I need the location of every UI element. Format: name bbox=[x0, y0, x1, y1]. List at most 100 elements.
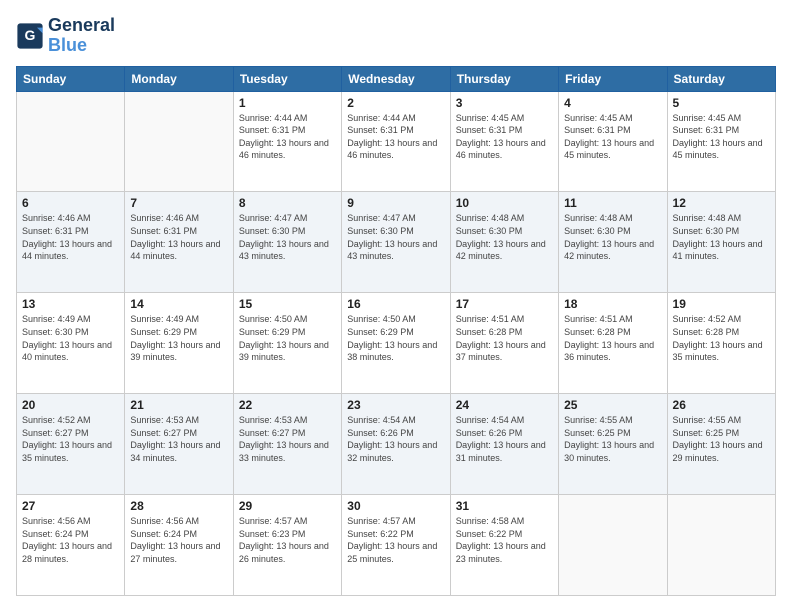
weekday-header: Friday bbox=[559, 66, 667, 91]
day-info: Sunrise: 4:45 AM Sunset: 6:31 PM Dayligh… bbox=[673, 112, 770, 162]
calendar-day-cell bbox=[17, 91, 125, 192]
logo: G General Blue bbox=[16, 16, 115, 56]
day-info: Sunrise: 4:50 AM Sunset: 6:29 PM Dayligh… bbox=[347, 313, 444, 363]
calendar-day-cell: 2 Sunrise: 4:44 AM Sunset: 6:31 PM Daylig… bbox=[342, 91, 450, 192]
day-info: Sunrise: 4:48 AM Sunset: 6:30 PM Dayligh… bbox=[564, 212, 661, 262]
day-info: Sunrise: 4:44 AM Sunset: 6:31 PM Dayligh… bbox=[239, 112, 336, 162]
calendar-day-cell: 9 Sunrise: 4:47 AM Sunset: 6:30 PM Daylig… bbox=[342, 192, 450, 293]
day-number: 5 bbox=[673, 96, 770, 110]
calendar-day-cell: 13Sunrise: 4:49 AM Sunset: 6:30 PM Dayli… bbox=[17, 293, 125, 394]
calendar-day-cell: 29 Sunrise: 4:57 AM Sunset: 6:23 PM Dayli… bbox=[233, 495, 341, 596]
day-info: Sunrise: 4:51 AM Sunset: 6:28 PM Dayligh… bbox=[564, 313, 661, 363]
day-number: 28 bbox=[130, 499, 227, 513]
day-info: Sunrise: 4:48 AM Sunset: 6:30 PM Dayligh… bbox=[456, 212, 553, 262]
calendar-day-cell: 16 Sunrise: 4:50 AM Sunset: 6:29 PM Dayli… bbox=[342, 293, 450, 394]
day-number: 19 bbox=[673, 297, 770, 311]
calendar-day-cell: 4 Sunrise: 4:45 AM Sunset: 6:31 PM Daylig… bbox=[559, 91, 667, 192]
calendar-day-cell: 1Sunrise: 4:44 AM Sunset: 6:31 PM Daylig… bbox=[233, 91, 341, 192]
calendar-day-cell: 12 Sunrise: 4:48 AM Sunset: 6:30 PM Dayli… bbox=[667, 192, 775, 293]
day-number: 27 bbox=[22, 499, 119, 513]
day-info: Sunrise: 4:52 AM Sunset: 6:27 PM Dayligh… bbox=[22, 414, 119, 464]
day-number: 9 bbox=[347, 196, 444, 210]
day-info: Sunrise: 4:54 AM Sunset: 6:26 PM Dayligh… bbox=[347, 414, 444, 464]
calendar-day-cell: 19Sunrise: 4:52 AM Sunset: 6:28 PM Dayli… bbox=[667, 293, 775, 394]
calendar-day-cell: 31 Sunrise: 4:58 AM Sunset: 6:22 PM Dayli… bbox=[450, 495, 558, 596]
day-number: 2 bbox=[347, 96, 444, 110]
header: G General Blue bbox=[16, 16, 776, 56]
calendar-day-cell bbox=[125, 91, 233, 192]
day-number: 12 bbox=[673, 196, 770, 210]
calendar-day-cell: 7Sunrise: 4:46 AM Sunset: 6:31 PM Daylig… bbox=[125, 192, 233, 293]
day-info: Sunrise: 4:55 AM Sunset: 6:25 PM Dayligh… bbox=[673, 414, 770, 464]
day-number: 14 bbox=[130, 297, 227, 311]
day-number: 13 bbox=[22, 297, 119, 311]
day-info: Sunrise: 4:53 AM Sunset: 6:27 PM Dayligh… bbox=[130, 414, 227, 464]
day-info: Sunrise: 4:56 AM Sunset: 6:24 PM Dayligh… bbox=[22, 515, 119, 565]
day-info: Sunrise: 4:47 AM Sunset: 6:30 PM Dayligh… bbox=[347, 212, 444, 262]
day-number: 29 bbox=[239, 499, 336, 513]
day-info: Sunrise: 4:45 AM Sunset: 6:31 PM Dayligh… bbox=[564, 112, 661, 162]
calendar-day-cell: 5 Sunrise: 4:45 AM Sunset: 6:31 PM Daylig… bbox=[667, 91, 775, 192]
weekday-header: Sunday bbox=[17, 66, 125, 91]
calendar-day-cell: 21 Sunrise: 4:53 AM Sunset: 6:27 PM Dayli… bbox=[125, 394, 233, 495]
day-number: 3 bbox=[456, 96, 553, 110]
day-number: 8 bbox=[239, 196, 336, 210]
calendar-day-cell bbox=[667, 495, 775, 596]
calendar-day-cell: 28 Sunrise: 4:56 AM Sunset: 6:24 PM Dayli… bbox=[125, 495, 233, 596]
svg-text:G: G bbox=[25, 27, 36, 43]
weekday-header: Saturday bbox=[667, 66, 775, 91]
calendar-day-cell: 6 Sunrise: 4:46 AM Sunset: 6:31 PM Daylig… bbox=[17, 192, 125, 293]
day-number: 10 bbox=[456, 196, 553, 210]
calendar-day-cell: 10 Sunrise: 4:48 AM Sunset: 6:30 PM Dayli… bbox=[450, 192, 558, 293]
weekday-header: Tuesday bbox=[233, 66, 341, 91]
calendar-week-row: 27 Sunrise: 4:56 AM Sunset: 6:24 PM Dayli… bbox=[17, 495, 776, 596]
calendar-table: SundayMondayTuesdayWednesdayThursdayFrid… bbox=[16, 66, 776, 596]
day-info: Sunrise: 4:46 AM Sunset: 6:31 PM Dayligh… bbox=[130, 212, 227, 262]
calendar-day-cell: 23 Sunrise: 4:54 AM Sunset: 6:26 PM Dayli… bbox=[342, 394, 450, 495]
day-info: Sunrise: 4:48 AM Sunset: 6:30 PM Dayligh… bbox=[673, 212, 770, 262]
calendar-day-cell: 24 Sunrise: 4:54 AM Sunset: 6:26 PM Dayli… bbox=[450, 394, 558, 495]
day-number: 31 bbox=[456, 499, 553, 513]
day-number: 6 bbox=[22, 196, 119, 210]
logo-text: General Blue bbox=[48, 16, 115, 56]
day-number: 16 bbox=[347, 297, 444, 311]
logo-icon: G bbox=[16, 22, 44, 50]
calendar-week-row: 20 Sunrise: 4:52 AM Sunset: 6:27 PM Dayli… bbox=[17, 394, 776, 495]
day-info: Sunrise: 4:58 AM Sunset: 6:22 PM Dayligh… bbox=[456, 515, 553, 565]
logo-line1: General bbox=[48, 16, 115, 36]
weekday-header: Monday bbox=[125, 66, 233, 91]
calendar-day-cell: 18Sunrise: 4:51 AM Sunset: 6:28 PM Dayli… bbox=[559, 293, 667, 394]
calendar-day-cell: 27 Sunrise: 4:56 AM Sunset: 6:24 PM Dayli… bbox=[17, 495, 125, 596]
day-info: Sunrise: 4:47 AM Sunset: 6:30 PM Dayligh… bbox=[239, 212, 336, 262]
day-info: Sunrise: 4:56 AM Sunset: 6:24 PM Dayligh… bbox=[130, 515, 227, 565]
day-info: Sunrise: 4:55 AM Sunset: 6:25 PM Dayligh… bbox=[564, 414, 661, 464]
page: G General Blue SundayMondayTuesdayWednes… bbox=[0, 0, 792, 612]
day-number: 4 bbox=[564, 96, 661, 110]
day-info: Sunrise: 4:53 AM Sunset: 6:27 PM Dayligh… bbox=[239, 414, 336, 464]
calendar-week-row: 1Sunrise: 4:44 AM Sunset: 6:31 PM Daylig… bbox=[17, 91, 776, 192]
day-info: Sunrise: 4:46 AM Sunset: 6:31 PM Dayligh… bbox=[22, 212, 119, 262]
day-number: 21 bbox=[130, 398, 227, 412]
day-number: 15 bbox=[239, 297, 336, 311]
day-info: Sunrise: 4:51 AM Sunset: 6:28 PM Dayligh… bbox=[456, 313, 553, 363]
day-number: 24 bbox=[456, 398, 553, 412]
calendar-header-row: SundayMondayTuesdayWednesdayThursdayFrid… bbox=[17, 66, 776, 91]
day-number: 17 bbox=[456, 297, 553, 311]
day-info: Sunrise: 4:57 AM Sunset: 6:23 PM Dayligh… bbox=[239, 515, 336, 565]
day-number: 22 bbox=[239, 398, 336, 412]
calendar-day-cell: 17 Sunrise: 4:51 AM Sunset: 6:28 PM Dayli… bbox=[450, 293, 558, 394]
day-info: Sunrise: 4:54 AM Sunset: 6:26 PM Dayligh… bbox=[456, 414, 553, 464]
day-number: 20 bbox=[22, 398, 119, 412]
calendar-day-cell: 14Sunrise: 4:49 AM Sunset: 6:29 PM Dayli… bbox=[125, 293, 233, 394]
calendar-day-cell: 3Sunrise: 4:45 AM Sunset: 6:31 PM Daylig… bbox=[450, 91, 558, 192]
calendar-day-cell: 26Sunrise: 4:55 AM Sunset: 6:25 PM Dayli… bbox=[667, 394, 775, 495]
calendar-day-cell: 25Sunrise: 4:55 AM Sunset: 6:25 PM Dayli… bbox=[559, 394, 667, 495]
day-number: 23 bbox=[347, 398, 444, 412]
day-info: Sunrise: 4:44 AM Sunset: 6:31 PM Dayligh… bbox=[347, 112, 444, 162]
calendar-day-cell bbox=[559, 495, 667, 596]
logo-line2: Blue bbox=[48, 36, 115, 56]
calendar-week-row: 6 Sunrise: 4:46 AM Sunset: 6:31 PM Daylig… bbox=[17, 192, 776, 293]
calendar-day-cell: 11Sunrise: 4:48 AM Sunset: 6:30 PM Dayli… bbox=[559, 192, 667, 293]
calendar-day-cell: 30Sunrise: 4:57 AM Sunset: 6:22 PM Dayli… bbox=[342, 495, 450, 596]
weekday-header: Thursday bbox=[450, 66, 558, 91]
